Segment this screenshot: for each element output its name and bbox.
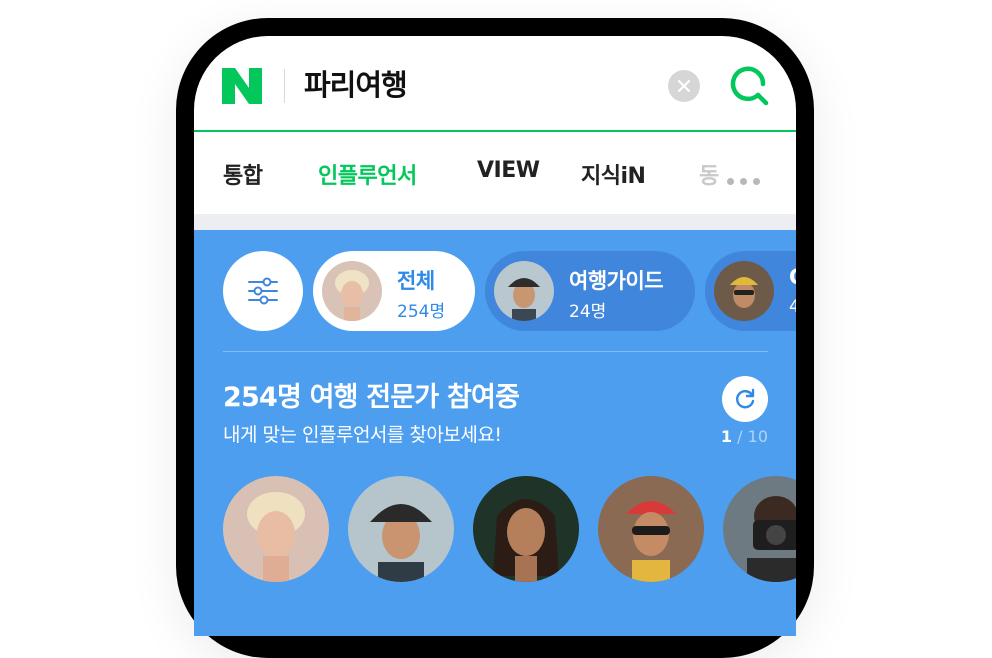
avatar xyxy=(714,261,774,321)
section-gap xyxy=(194,214,796,230)
filter-chip-count: 254명 xyxy=(397,302,446,322)
filter-button[interactable] xyxy=(223,251,303,331)
phone-screen: 파리여행 통합 인플루언서 VIEW 지식iN 동 전체 254명 여행가이드 … xyxy=(194,36,796,636)
search-bar: 파리여행 xyxy=(194,36,796,132)
naver-logo-icon[interactable] xyxy=(222,68,262,104)
influencer-avatar[interactable] xyxy=(223,476,329,582)
influencer-avatar[interactable] xyxy=(723,476,796,582)
page-current: 1 xyxy=(720,427,733,446)
influencer-avatar[interactable] xyxy=(348,476,454,582)
avatar xyxy=(494,261,554,321)
tab-influencer[interactable]: 인플루언서 xyxy=(318,158,417,190)
search-input[interactable]: 파리여행 xyxy=(304,62,408,104)
filter-chip-count: 24명 xyxy=(569,302,607,322)
filter-chip-count: 4 xyxy=(789,297,796,317)
clear-button[interactable] xyxy=(668,70,700,102)
refresh-icon xyxy=(736,388,755,409)
avatar xyxy=(322,261,382,321)
page-indicator: 1 / 10 xyxy=(718,427,768,446)
search-divider xyxy=(284,69,285,103)
filter-chip-label: C xyxy=(789,265,796,289)
tab-kin[interactable]: 지식iN xyxy=(581,158,646,190)
panel-divider xyxy=(223,351,768,352)
filter-chip-all[interactable]: 전체 254명 xyxy=(313,251,475,331)
more-icon[interactable] xyxy=(727,170,766,189)
filter-chip-partial[interactable]: C 4 xyxy=(705,251,796,331)
filter-chip-label: 여행가이드 xyxy=(569,269,664,293)
panel-subline: 내게 맞는 인플루언서를 찾아보세요! xyxy=(223,424,502,446)
influencer-avatar[interactable] xyxy=(598,476,704,582)
page-total: / 10 xyxy=(737,427,768,446)
clear-icon xyxy=(677,79,691,93)
tab-all[interactable]: 통합 xyxy=(223,158,263,190)
tab-view[interactable]: VIEW xyxy=(477,158,540,183)
influencer-avatar[interactable] xyxy=(473,476,579,582)
search-icon[interactable] xyxy=(728,64,772,108)
filter-chip-label: 전체 xyxy=(397,269,435,293)
influencer-panel: 전체 254명 여행가이드 24명 C 4 254명 여행 전문가 참여중 내게… xyxy=(194,230,796,636)
tab-video[interactable]: 동 xyxy=(699,158,719,190)
filter-chip-travel-guide[interactable]: 여행가이드 24명 xyxy=(485,251,695,331)
filter-icon xyxy=(248,277,278,305)
refresh-button[interactable] xyxy=(722,376,768,422)
tab-bar: 통합 인플루언서 VIEW 지식iN 동 xyxy=(194,132,796,214)
panel-headline: 254명 여행 전문가 참여중 xyxy=(223,382,520,413)
